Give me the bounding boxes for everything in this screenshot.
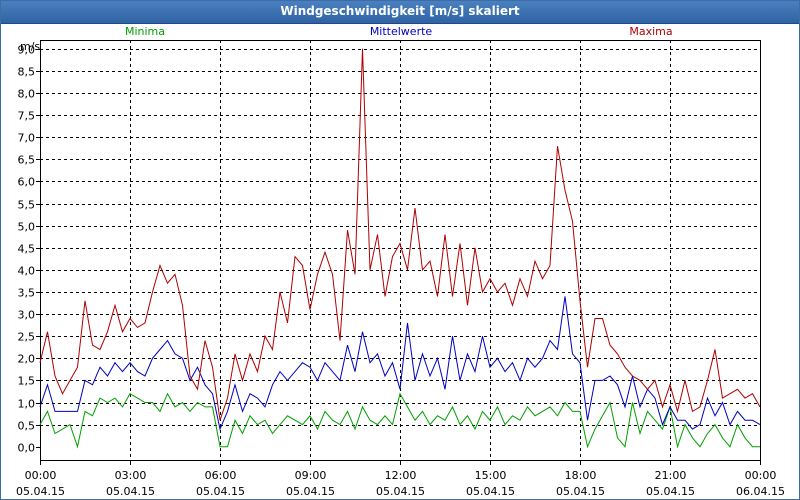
y-tick-label: 1,0 <box>18 398 36 411</box>
x-tick-date: 05.04.15 <box>556 485 605 498</box>
grid-lines <box>40 40 760 460</box>
y-tick-label: 4,0 <box>18 265 36 278</box>
legend-mittelwerte: Mittelwerte <box>370 25 433 38</box>
x-tick-date: 05.04.15 <box>106 485 155 498</box>
x-tick-date: 06.04.15 <box>736 485 785 498</box>
x-tick-date: 05.04.15 <box>286 485 335 498</box>
x-tick-time: 00:00 <box>745 469 777 482</box>
legend: Minima Mittelwerte Maxima <box>125 25 673 38</box>
y-tick-label: 3,0 <box>18 309 36 322</box>
x-tick-time: 15:00 <box>475 469 507 482</box>
y-tick-label: 7,0 <box>18 132 36 145</box>
legend-maxima: Maxima <box>629 25 672 38</box>
x-tick-date: 05.04.15 <box>196 485 245 498</box>
y-tick-label: 0,0 <box>18 442 36 455</box>
legend-minima: Minima <box>125 25 165 38</box>
y-tick-label: 6,5 <box>18 154 36 167</box>
y-tick-label: 1,5 <box>18 375 36 388</box>
y-tick-label: 6,0 <box>18 176 36 189</box>
y-tick-label: 8,5 <box>18 66 36 79</box>
y-axis-label: m/s <box>20 40 40 53</box>
y-tick-label: 8,0 <box>18 88 36 101</box>
y-tick-label: 4,5 <box>18 243 36 256</box>
y-tick-label: 2,5 <box>18 331 36 344</box>
y-axis: 0,0 0,5 1,0 1,5 2,0 2,5 3,0 3,5 4,0 4,5 5,0 5,5 6,0 6… <box>18 44 40 455</box>
x-axis: 00:00 05.04.15 03:00 05.04.15 06:00 05.04.15 0… <box>16 460 785 498</box>
x-tick-date: 05.04.15 <box>646 485 695 498</box>
y-tick-label: 0,5 <box>18 420 36 433</box>
x-tick-time: 03:00 <box>115 469 147 482</box>
x-tick-date: 05.04.15 <box>376 485 425 498</box>
x-tick-time: 09:00 <box>295 469 327 482</box>
x-tick-date: 05.04.15 <box>16 485 65 498</box>
x-tick-time: 00:00 <box>25 469 57 482</box>
x-tick-time: 21:00 <box>655 469 687 482</box>
y-tick-label: 3,5 <box>18 287 36 300</box>
y-tick-label: 7,5 <box>18 110 36 123</box>
x-tick-date: 05.04.15 <box>466 485 515 498</box>
x-tick-time: 12:00 <box>385 469 417 482</box>
y-tick-label: 5,0 <box>18 221 36 234</box>
y-tick-label: 5,5 <box>18 199 36 212</box>
y-tick-label: 2,0 <box>18 353 36 366</box>
x-tick-time: 06:00 <box>205 469 237 482</box>
x-tick-time: 18:00 <box>565 469 597 482</box>
wind-speed-chart: 0,0 0,5 1,0 1,5 2,0 2,5 3,0 3,5 4,0 4,5 5,0 5,5 6,0 6… <box>16 25 785 498</box>
